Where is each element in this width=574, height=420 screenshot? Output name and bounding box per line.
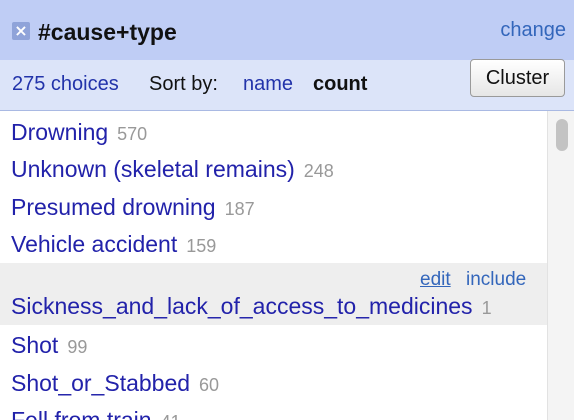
facet-panel: × #cause+type change 275 choices Sort by… bbox=[0, 0, 574, 420]
choice-item[interactable]: Presumed drowning 187 bbox=[0, 190, 547, 224]
choice-list-scrollbar[interactable] bbox=[547, 111, 574, 420]
choice-label[interactable]: Presumed drowning bbox=[11, 194, 216, 220]
cluster-button[interactable]: Cluster bbox=[470, 59, 565, 97]
choice-label[interactable]: Unknown (skeletal remains) bbox=[11, 156, 295, 182]
choice-count: 99 bbox=[67, 337, 88, 357]
close-icon[interactable]: × bbox=[12, 22, 30, 40]
choice-label[interactable]: Shot bbox=[11, 332, 58, 358]
choice-item-hovered[interactable]: edit include Sickness_and_lack_of_access… bbox=[0, 263, 547, 325]
choice-count: 41 bbox=[161, 412, 181, 420]
choice-edit-link[interactable]: edit bbox=[420, 268, 451, 292]
facet-header: × #cause+type change bbox=[0, 0, 574, 61]
sort-by-label: Sort by: bbox=[149, 73, 218, 95]
sort-by-name-link[interactable]: name bbox=[243, 72, 293, 96]
choice-count: 1 bbox=[481, 298, 492, 318]
choice-list: Drowning 570 Unknown (skeletal remains) 24… bbox=[0, 111, 547, 420]
choice-item[interactable]: Fell from train 41 bbox=[0, 403, 547, 420]
scrollbar-thumb[interactable] bbox=[556, 119, 568, 151]
choice-count: 570 bbox=[117, 124, 148, 144]
choice-label[interactable]: Shot_or_Stabbed bbox=[11, 370, 190, 396]
choice-count: 248 bbox=[303, 161, 334, 181]
choice-label[interactable]: Drowning bbox=[11, 119, 108, 145]
facet-title: #cause+type bbox=[38, 19, 177, 45]
sort-by-count-selected[interactable]: count bbox=[313, 72, 367, 96]
choice-item[interactable]: Vehicle accident 159 bbox=[0, 227, 547, 261]
choice-item[interactable]: Unknown (skeletal remains) 248 bbox=[0, 152, 547, 186]
choice-count-link[interactable]: 275 choices bbox=[12, 72, 119, 96]
choice-item[interactable]: Shot_or_Stabbed 60 bbox=[0, 366, 547, 400]
choice-include-link[interactable]: include bbox=[466, 268, 526, 292]
choice-item[interactable]: Drowning 570 bbox=[0, 115, 547, 149]
choice-label[interactable]: Fell from train bbox=[11, 407, 152, 420]
choice-count: 60 bbox=[199, 375, 220, 395]
choice-label[interactable]: Sickness_and_lack_of_access_to_medicines bbox=[11, 293, 473, 319]
choice-count: 187 bbox=[224, 199, 255, 219]
choice-count: 159 bbox=[186, 236, 217, 256]
change-link[interactable]: change bbox=[500, 18, 566, 42]
choice-item[interactable]: Shot 99 bbox=[0, 328, 547, 362]
choice-label[interactable]: Vehicle accident bbox=[11, 231, 177, 257]
